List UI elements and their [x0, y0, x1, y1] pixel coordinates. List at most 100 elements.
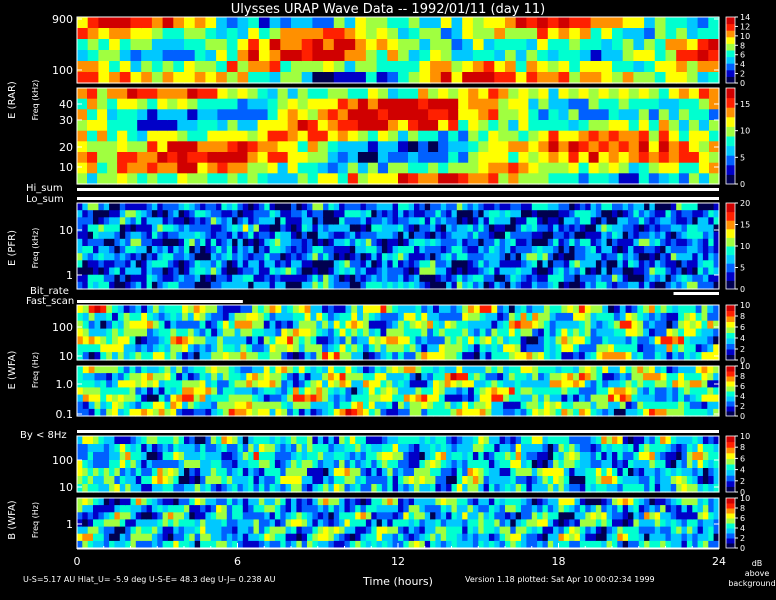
spectrogram-cell: [672, 366, 679, 374]
spectrogram-cell: [521, 246, 527, 254]
spectrogram-cell: [408, 253, 415, 261]
spectrogram-cell: [222, 336, 230, 345]
spectrogram-cell: [117, 336, 125, 345]
spectrogram-cell: [376, 203, 383, 211]
spectrogram-cell: [103, 231, 110, 240]
spectrogram-cell: [451, 203, 458, 211]
spectrogram-cell: [622, 61, 634, 73]
spectrogram-cell: [339, 312, 346, 322]
spectrogram-cell: [579, 476, 586, 485]
spectrogram-cell: [252, 380, 259, 388]
spectrogram-cell: [462, 203, 469, 211]
spectrogram-cell: [226, 460, 233, 469]
spectrogram-cell: [578, 162, 590, 174]
spectrogram-cell: [440, 61, 453, 73]
spectrogram-cell: [660, 468, 666, 477]
spectrogram-cell: [164, 305, 171, 314]
spectrogram-cell: [328, 312, 335, 322]
spectrogram-cell: [257, 173, 269, 185]
spectrogram-cell: [684, 387, 691, 396]
spectrogram-cell: [194, 460, 201, 469]
spectrogram-cell: [177, 173, 188, 185]
spectrogram-cell: [252, 352, 259, 361]
spectrogram-cell: [438, 373, 446, 381]
spectrogram-cell: [701, 373, 708, 381]
spectrogram-cell: [247, 120, 259, 132]
spectrogram-cell: [328, 444, 335, 453]
spectrogram-cell: [606, 274, 613, 283]
spectrogram-cell: [216, 260, 222, 269]
spectrogram-cell: [162, 436, 169, 445]
spectrogram-cell: [515, 468, 522, 477]
spectrogram-cell: [117, 141, 128, 153]
spectrogram-cell: [590, 484, 597, 493]
spectrogram-cell: [200, 540, 206, 549]
spectrogram-cell: [157, 130, 168, 142]
spectrogram-cell: [151, 238, 158, 247]
spectrogram-cell: [631, 328, 638, 338]
spectrogram-cell: [547, 274, 554, 283]
spectrogram-cell: [644, 246, 650, 254]
spectrogram-cell: [665, 28, 677, 40]
spectrogram-cell: [660, 444, 666, 453]
spectrogram-cell: [612, 238, 618, 247]
spectrogram-cell: [579, 452, 586, 461]
spectrogram-cell: [328, 380, 335, 388]
spectrogram-cell: [211, 387, 218, 396]
spectrogram-cell: [182, 394, 189, 403]
spectrogram-cell: [473, 305, 481, 314]
spectrogram-cell: [141, 394, 148, 403]
spectrogram-cell: [433, 380, 440, 388]
spectrogram-cell: [505, 50, 517, 62]
spectrogram-cell: [518, 130, 529, 142]
spectrogram-cell: [408, 267, 415, 276]
spectrogram-cell: [246, 344, 253, 353]
spectrogram-cell: [187, 394, 195, 403]
spectrogram-cell: [692, 468, 699, 477]
spectrogram-cell: [595, 231, 602, 240]
spectrogram-cell: [269, 366, 276, 374]
spectrogram-cell: [125, 253, 132, 261]
spectrogram-cell: [569, 452, 576, 461]
spectrogram-cell: [109, 17, 121, 29]
spectrogram-cell: [617, 281, 624, 290]
spectrogram-cell: [267, 88, 279, 100]
spectrogram-cell: [574, 484, 581, 493]
spectrogram-cell: [178, 526, 185, 535]
spectrogram-cell: [252, 401, 259, 410]
spectrogram-cell: [596, 380, 603, 388]
spectrogram-cell: [419, 274, 426, 283]
spectrogram-cell: [692, 224, 699, 233]
spectrogram-cell: [135, 246, 142, 254]
spectrogram-cell: [173, 246, 180, 254]
spectrogram-cell: [258, 452, 265, 461]
spectrogram-cell: [451, 50, 463, 62]
spectrogram-cell: [526, 28, 538, 40]
spectrogram-cell: [538, 401, 545, 410]
spectrogram-cell: [322, 408, 329, 417]
spectrogram-cell: [93, 452, 99, 461]
spectrogram-cell: [119, 238, 126, 247]
spectrogram-cell: [676, 224, 683, 233]
spectrogram-cell: [491, 344, 498, 353]
spectrogram-cell: [333, 444, 340, 453]
spectrogram-cell: [421, 387, 428, 396]
spectrogram-cell: [119, 224, 126, 233]
spectrogram-cell: [515, 217, 522, 226]
spectrogram-cell: [158, 312, 166, 322]
spectrogram-cell: [462, 260, 469, 269]
spectrogram-cell: [622, 17, 634, 29]
spectrogram-cell: [608, 352, 615, 361]
spectrogram-cell: [87, 98, 98, 110]
spectrogram-cell: [269, 468, 276, 477]
spectrogram-cell: [526, 436, 533, 445]
spectrogram-cell: [433, 401, 440, 410]
spectrogram-cell: [521, 281, 527, 290]
spectrogram-cell: [146, 203, 153, 211]
spectrogram-cell: [301, 28, 313, 40]
spectrogram-cell: [649, 373, 656, 381]
spectrogram-cell: [349, 444, 356, 453]
spectrogram-cell: [371, 231, 378, 240]
spectrogram-cell: [200, 238, 206, 247]
spectrogram-cell: [88, 408, 96, 417]
